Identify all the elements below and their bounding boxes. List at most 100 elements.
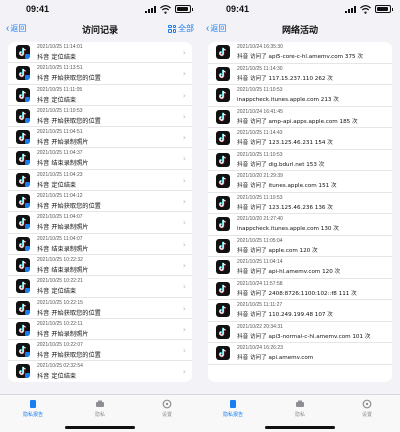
item-text: inappcheck.itunes.apple.com 213 次 [237,97,339,103]
item-timestamp: 2021/10/25 11:10:53 [37,107,83,114]
item-timestamp: 2021/10/20 21:27:40 [237,216,283,222]
item-text: 抖音 开始录制照片 [37,224,89,232]
battery-icon [375,5,393,13]
tiktok-app-icon [216,131,230,145]
privacy-icon [296,400,304,407]
network-activity-screen: 09:41 ‹返回 网络活动 2021/10/24 16:35:30 抖音 访问了… [200,0,400,432]
list-item[interactable]: 2021/10/25 11:14:43 抖音 访问了 123.125.46.231… [208,128,392,150]
item-timestamp: 2021/10/24 11:57:58 [237,280,283,287]
chevron-right-icon: › [182,282,186,292]
nav-bar: ‹返回 访问记录 全部 [0,18,200,40]
tiktok-app-icon [216,346,230,360]
list-item[interactable]: 2021/10/25 11:04:23 抖音 定位结束 › [8,170,192,192]
chevron-right-icon: › [182,346,186,356]
tab-label: 隐私报告 [222,412,243,418]
tab-label: 隐私报告 [22,412,43,418]
list-item[interactable]: 2021/10/25 02:32:54 抖音 定位结束 › [8,361,192,382]
tiktok-app-icon [16,343,30,358]
chevron-right-icon: › [182,69,186,79]
list-item[interactable]: 2021/10/24 16:41:45 抖音 访问了 amp-api.apps.a… [208,107,392,128]
item-text: 抖音 结束录制照片 [37,160,89,168]
list-item[interactable]: 2021/10/25 11:10:53 抖音 开始获取您的位置 › [8,106,192,128]
tiktok-app-icon [216,217,230,231]
grid-icon [168,24,176,33]
list-item[interactable]: 2021/10/25 11:11:27 抖音 访问了 110.249.199.48… [208,300,392,322]
list-item[interactable]: 2021/10/25 11:14:30 抖音 访问了 117.15.237.110… [208,64,392,85]
page-title: 网络活动 [281,26,318,36]
list-item[interactable]: 2021/10/25 11:11:05 抖音 定位结束 › [8,85,192,106]
signal-icon [345,6,357,13]
item-timestamp: 2021/10/25 11:04:37 [37,150,83,157]
item-timestamp: 2021/10/25 11:10:53 [237,194,283,201]
item-timestamp: 2021/10/25 11:04:14 [237,259,283,265]
camera-badge-icon [25,245,30,251]
list-item[interactable]: 2021/10/25 11:04:07 抖音 结束录制照片 › [8,234,192,255]
item-text: 抖音 访问了 apple.com 120 次 [237,247,318,254]
item-timestamp: 2021/10/25 11:04:51 [37,129,83,136]
list-item[interactable]: 2021/10/22 20:34:31 抖音 访问了 api3-normal-c-… [208,322,392,343]
list-item[interactable]: 2021/10/25 11:14:01 抖音 定位结束 › [8,42,192,64]
tab-privacy-report[interactable]: 隐私报告 [208,399,258,418]
list-item[interactable]: 2021/10/25 10:22:32 抖音 结束录制照片 › [8,255,192,277]
list-item[interactable]: 2021/10/20 21:29:39 抖音 访问了 itunes.apple.c… [208,171,392,193]
nav-bar: ‹返回 网络活动 [200,18,400,40]
tab-privacy[interactable]: 隐私 [75,399,125,418]
tab-settings[interactable]: 设置 [142,399,192,418]
item-text: 抖音 结束录制照片 [37,245,89,253]
list-item[interactable]: 2021/10/20 21:27:40 inappcheck.itunes.app… [208,214,392,236]
list-item[interactable]: 2021/10/25 10:22:15 抖音 开始获取您的位置 › [8,298,192,319]
list-item[interactable]: 2021/10/25 11:10:53 抖音 访问了 123.125.46.236… [208,193,392,214]
status-time: 09:41 [26,4,50,14]
tiktok-app-icon [16,300,30,315]
item-timestamp: 2021/10/25 11:10:53 [237,151,283,158]
chevron-right-icon: › [182,133,186,143]
chevron-right-icon: › [182,111,186,121]
tiktok-app-icon [16,87,30,102]
tab-privacy[interactable]: 隐私 [275,399,325,418]
all-button[interactable]: 全部 [168,23,194,34]
tab-privacy-report[interactable]: 隐私报告 [8,399,58,418]
list-item[interactable]: 2021/10/25 11:04:51 抖音 开始录制照片 › [8,127,192,149]
tab-settings[interactable]: 设置 [342,399,392,418]
tiktok-app-icon [216,303,230,317]
tiktok-app-icon [16,172,30,187]
list-item[interactable]: 2021/10/25 11:04:12 抖音 开始获取您的位置 › [8,191,192,213]
tiktok-app-icon [216,281,230,296]
tiktok-app-icon [16,108,30,123]
list-item[interactable]: 2021/10/25 11:04:14 抖音 访问了 api-hl.amemv.c… [208,257,392,279]
item-text: 抖音 访问了 api.amemv.com [237,355,314,361]
item-text: 抖音 开始获取您的位置 [37,309,101,317]
list-item[interactable]: 2021/10/25 11:04:07 抖音 开始录制照片 › [8,212,192,234]
home-indicator [65,426,135,429]
item-text: 抖音 访问了 api-hl.amemv.com 120 次 [237,269,341,275]
chevron-right-icon: › [182,90,186,100]
list-item[interactable]: 2021/10/24 16:26:23 抖音 访问了 api.amemv.com [208,343,392,365]
tiktok-app-icon [16,215,30,230]
tiktok-app-icon [216,152,230,167]
list-item[interactable]: 2021/10/25 11:10:53 inappcheck.itunes.app… [208,85,392,107]
list-item[interactable]: 2021/10/25 11:10:53 抖音 访问了 dig.bdurl.net … [208,150,392,171]
tiktok-app-icon [16,279,30,294]
all-label: 全部 [178,24,194,33]
list-item[interactable]: 2021/10/25 11:05:04 抖音 访问了 apple.com 120 … [208,236,392,257]
item-text: 抖音 访问了 dig.bdurl.net 153 次 [237,161,325,168]
camera-badge-icon [25,117,30,123]
item-timestamp: 2021/10/25 11:14:01 [37,44,83,50]
item-text: inappcheck.itunes.apple.com 130 次 [237,226,339,232]
list-item[interactable]: 2021/10/25 10:22:07 抖音 开始获取您的位置 › [8,340,192,362]
item-timestamp: 2021/10/25 11:14:30 [237,65,283,72]
list-item[interactable]: 2021/10/25 10:22:11 抖音 开始录制照片 › [8,319,192,341]
list-item[interactable]: 2021/10/25 11:13:51 抖音 开始获取您的位置 › [8,63,192,85]
item-timestamp: 2021/10/20 21:29:39 [237,173,283,179]
item-timestamp: 2021/10/25 11:14:43 [237,130,283,136]
chevron-right-icon: › [182,303,186,313]
list-item[interactable]: 2021/10/25 10:22:21 抖音 定位结束 › [8,276,192,298]
list-item[interactable]: 2021/10/24 11:57:58 抖音 访问了 2408:8726:1100… [208,279,392,300]
status-bar: 09:41 [200,0,400,17]
list-item[interactable]: 2021/10/25 11:04:37 抖音 结束录制照片 › [8,148,192,170]
item-text: 抖音 定位结束 [37,288,77,296]
item-text: 抖音 访问了 itunes.apple.com 151 次 [237,183,337,189]
privacy-icon [96,400,104,407]
list-item[interactable]: 2021/10/24 16:35:30 抖音 访问了 api5-core-c-hl… [208,42,392,64]
chevron-right-icon: › [182,175,186,185]
